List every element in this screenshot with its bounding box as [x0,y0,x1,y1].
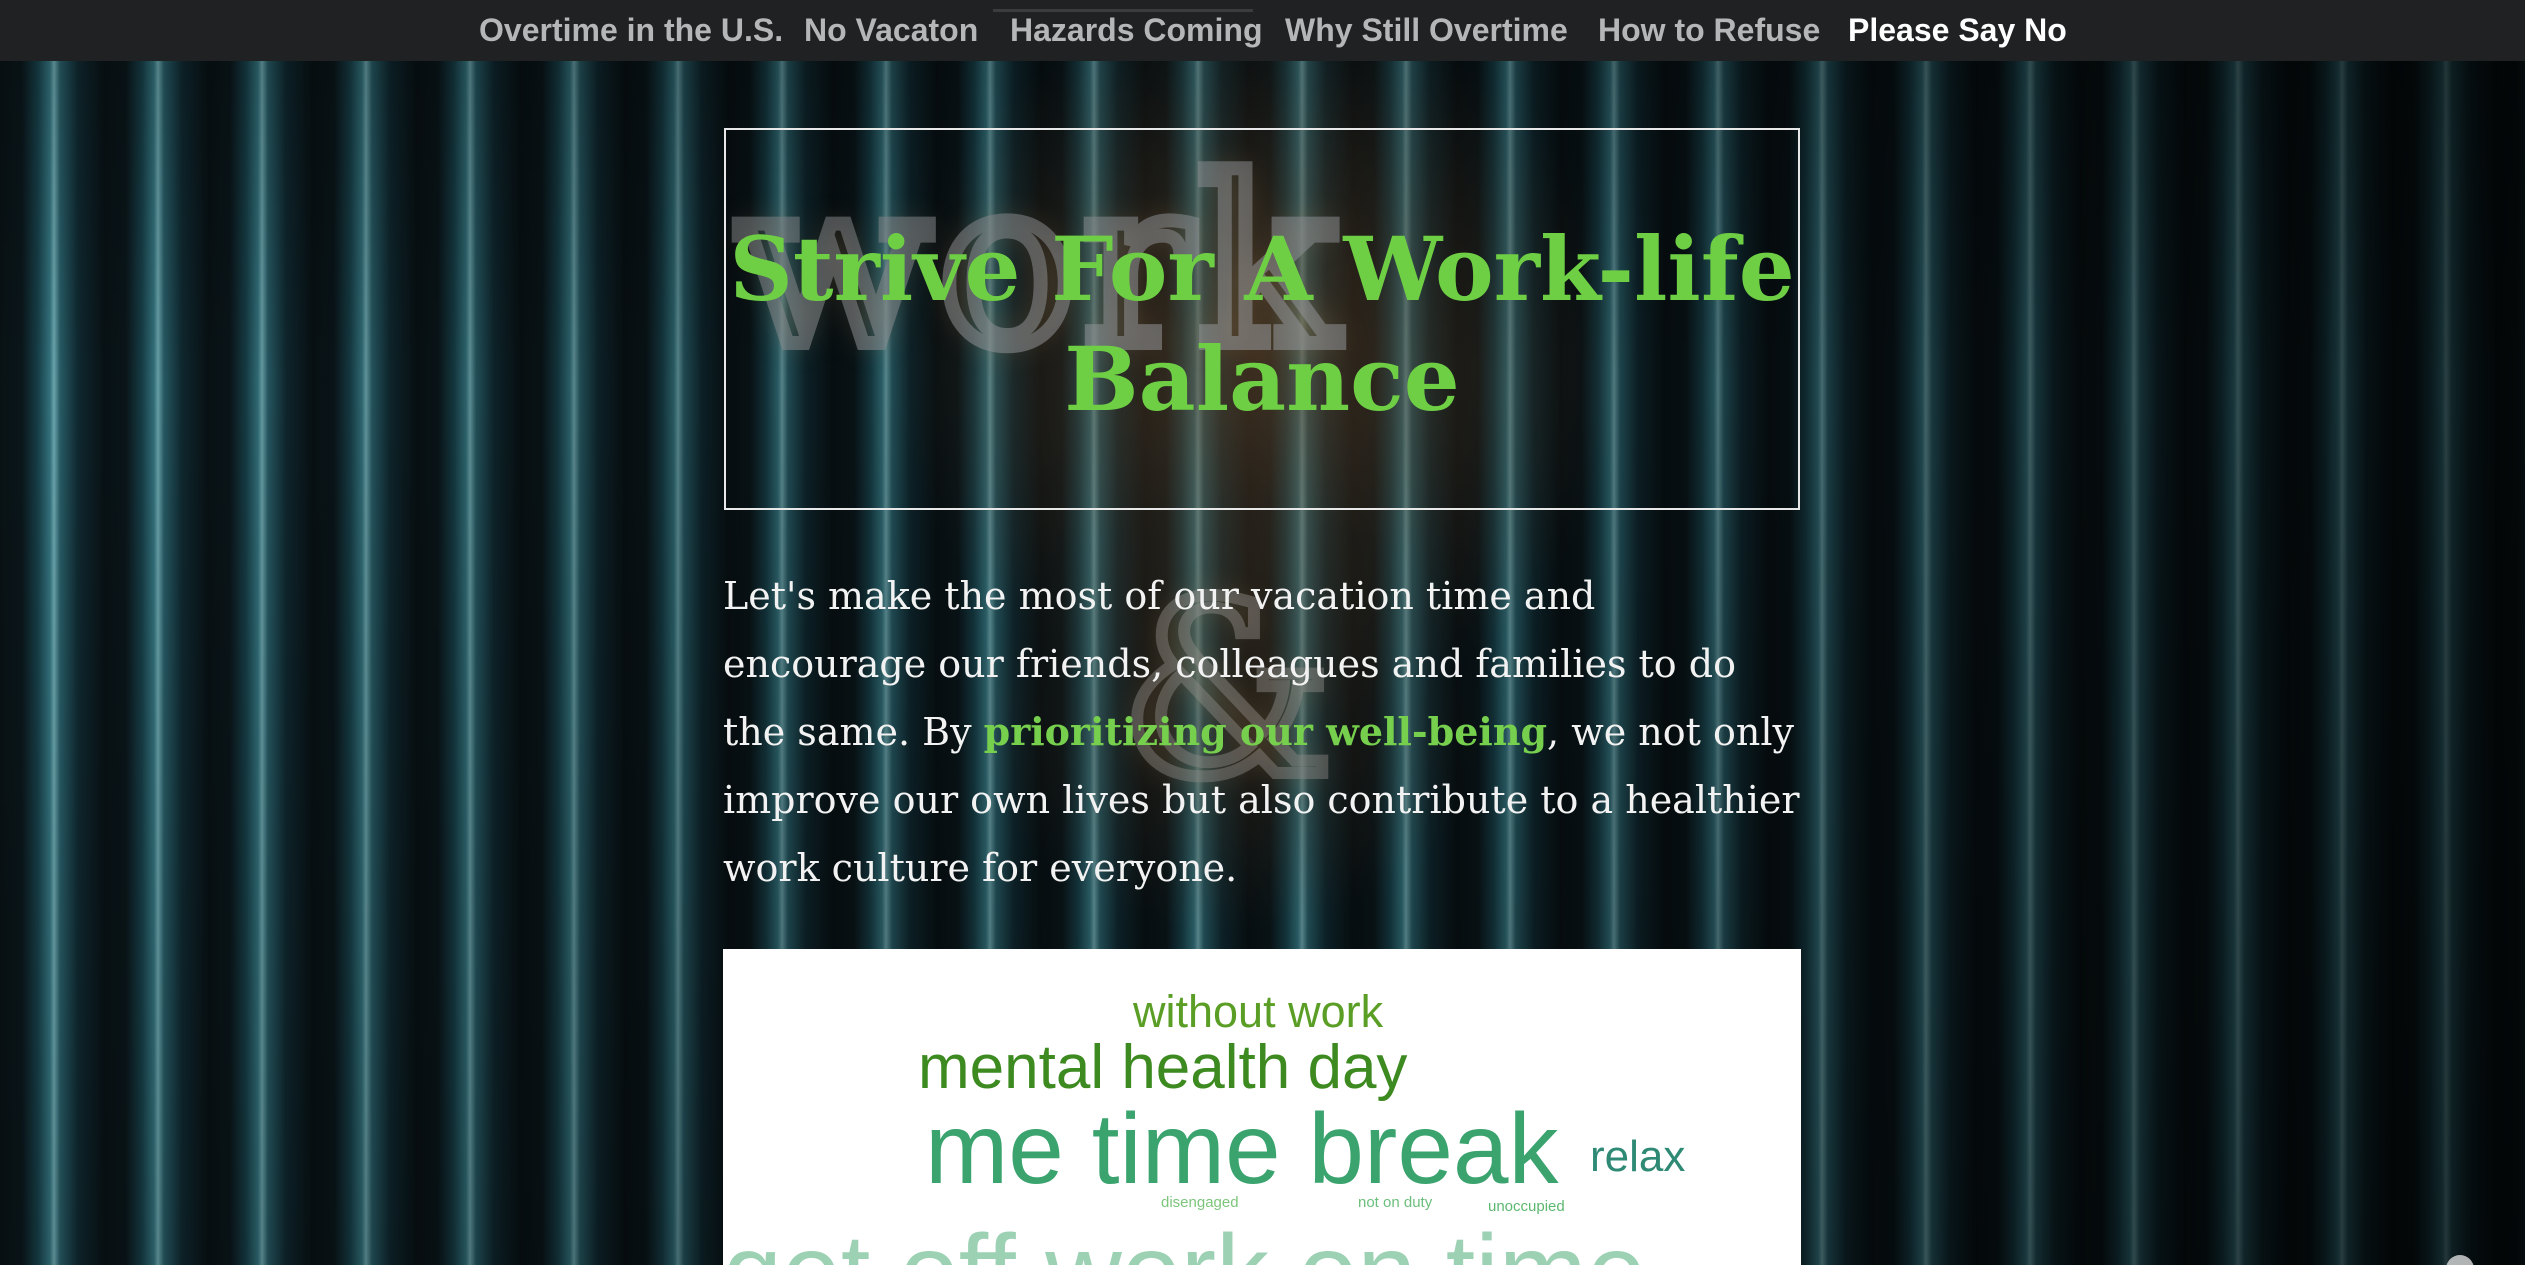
top-navigation-bar: Overtime in the U.S. No Vacaton Hazards … [0,0,2525,61]
word-cloud-word: unoccupied [1488,1198,1565,1215]
nav-link-no-vacation[interactable]: No Vacaton [804,0,978,61]
word-cloud-word: without work [1133,986,1384,1037]
intro-highlight-link[interactable]: prioritizing our well-being [984,709,1547,754]
word-cloud-word: mental health day [918,1033,1408,1102]
word-cloud-word: relax [1590,1132,1686,1181]
nav-link-overtime-in-us[interactable]: Overtime in the U.S. [479,0,783,61]
nav-link-please-say-no[interactable]: Please Say No [1848,0,2067,61]
intro-paragraph: Let's make the most of our vacation time… [723,562,1808,902]
word-cloud-word: me time break [925,1093,1559,1205]
word-cloud-word: not on duty [1358,1194,1433,1211]
word-cloud-word: get off work on time [723,1219,1646,1265]
word-cloud-image: without work mental health day me time b… [723,949,1801,1265]
nav-link-why-still-overtime[interactable]: Why Still Overtime [1285,0,1568,61]
page-title: Strive For A Work-life Balance [729,217,1795,431]
word-cloud-word: disengaged [1161,1194,1239,1211]
nav-link-how-to-refuse[interactable]: How to Refuse [1598,0,1820,61]
nav-link-hazards-coming[interactable]: Hazards Coming [1010,0,1262,61]
nav-menu: Overtime in the U.S. No Vacaton Hazards … [0,0,2525,61]
